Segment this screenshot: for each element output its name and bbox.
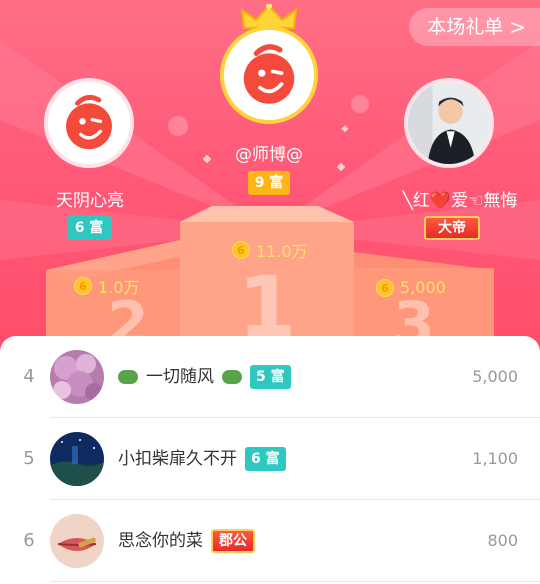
app-logo-icon [224, 30, 314, 120]
dragon-icon [222, 370, 242, 384]
user-name-row: 一切随风 5 富 [118, 336, 291, 418]
rank-number: 5 [23, 448, 35, 469]
app-logo-icon [48, 82, 130, 164]
list-item[interactable]: 6 思念你的菜 郡公 800 [0, 500, 540, 582]
third-score-value: 5,000 [400, 278, 446, 297]
night-sky-photo-icon [50, 432, 104, 486]
avatar[interactable] [50, 432, 104, 486]
second-score-value: 1.0万 [98, 278, 140, 297]
first-place-name: @师博@ [235, 145, 303, 165]
gift-value: 5,000 [472, 367, 518, 386]
wealth-badge: 5 富 [250, 365, 291, 389]
flower-photo-icon [50, 350, 104, 404]
gift-list-label[interactable]: 本场礼单 [427, 8, 503, 46]
divider [50, 581, 540, 582]
user-name: 一切随风 [146, 367, 214, 387]
second-place-score: 6 1.0万 [74, 274, 139, 298]
avatar[interactable] [50, 350, 104, 404]
noble-badge: 郡公 [211, 529, 255, 553]
third-place-avatar[interactable] [404, 78, 494, 168]
third-place-score: 6 5,000 [376, 278, 446, 297]
leaderboard-hero: 1 2 3 本场礼单 > @师博@ 天阴心亮 ╲红❤️爱☜無悔 9 富 6 富 … [0, 0, 540, 360]
third-place-name: ╲红❤️爱☜無悔 [402, 191, 518, 211]
third-noble-badge: 大帝 [424, 216, 480, 240]
avatar[interactable] [50, 514, 104, 568]
first-score-value: 11.0万 [256, 242, 308, 261]
coin-icon: 6 [376, 278, 394, 297]
gift-list-button[interactable]: 本场礼单 > [409, 8, 540, 46]
second-wealth-badge: 6 富 [67, 216, 111, 240]
second-place-name: 天阴心亮 [56, 191, 124, 211]
user-name-row: 小扣柴扉久不开 6 富 [118, 418, 286, 500]
user-name-row: 思念你的菜 郡公 [118, 500, 255, 582]
rank-number: 4 [23, 366, 35, 387]
chevron-right-icon: > [509, 15, 526, 39]
user-photo-icon [408, 82, 490, 164]
user-name: 思念你的菜 [118, 531, 203, 551]
dragon-icon [118, 370, 138, 384]
coin-icon: 6 [74, 277, 92, 295]
coin-icon: 6 [232, 241, 250, 259]
wealth-badge: 6 富 [245, 447, 286, 471]
second-place-avatar[interactable] [44, 78, 134, 168]
gift-value: 800 [487, 531, 518, 550]
first-place-score: 6 11.0万 [232, 238, 308, 262]
first-place-avatar[interactable] [220, 26, 318, 124]
gift-value: 1,100 [472, 449, 518, 468]
ranking-list: 4 一切随风 5 富 5,000 5 小扣柴扉久不开 6 富 1,100 6 思… [0, 336, 540, 584]
user-name: 小扣柴扉久不开 [118, 449, 237, 469]
list-item[interactable]: 5 小扣柴扉久不开 6 富 1,100 [0, 418, 540, 500]
first-wealth-badge: 9 富 [248, 171, 290, 195]
lips-photo-icon [50, 514, 104, 568]
list-item[interactable]: 4 一切随风 5 富 5,000 [0, 336, 540, 418]
rank-number: 6 [23, 530, 35, 551]
